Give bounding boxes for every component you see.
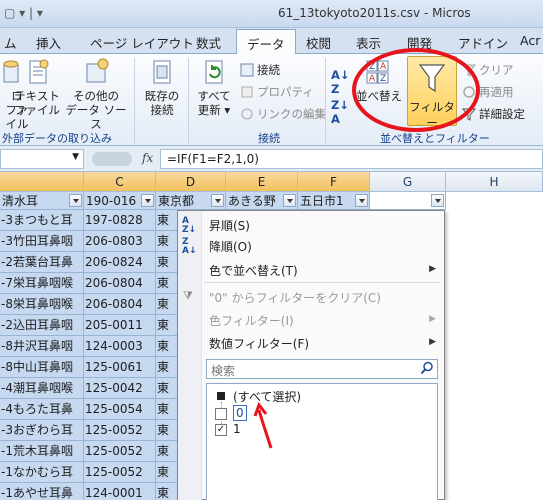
excel-window: ▢ ▾ | ▾ 61_13tokyoto2011s.csv - Micros ム… xyxy=(0,0,543,500)
annotation-arrow-icon xyxy=(253,401,273,449)
